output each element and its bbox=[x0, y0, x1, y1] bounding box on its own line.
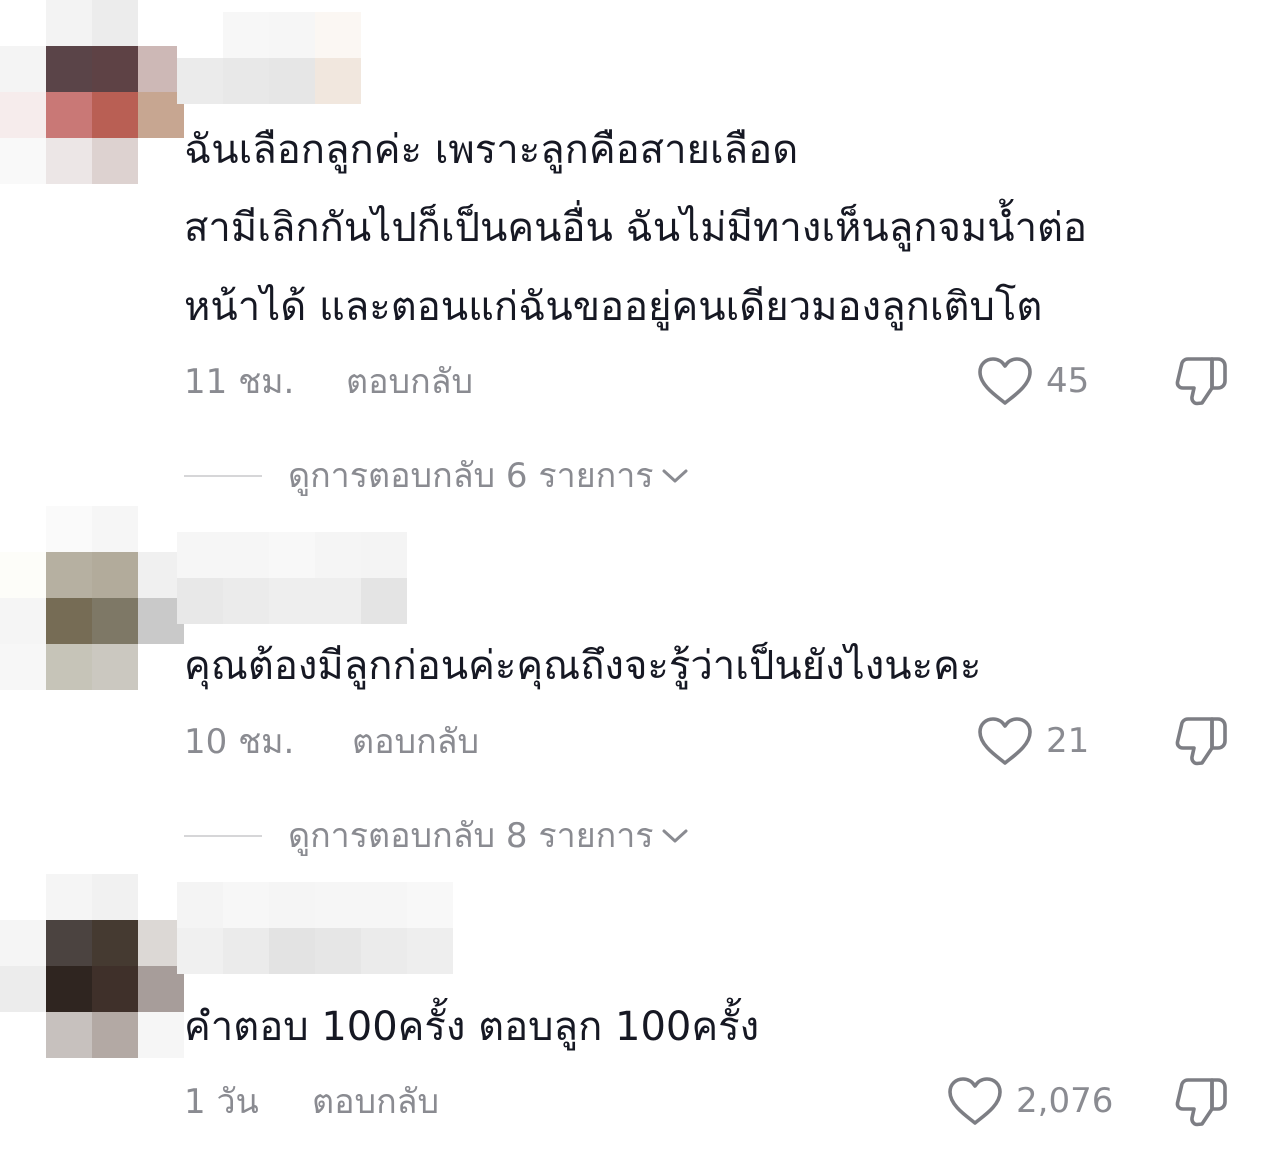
mosaic-block bbox=[46, 966, 92, 1012]
avatar[interactable] bbox=[0, 874, 184, 1058]
mosaic-block bbox=[92, 1012, 138, 1058]
mosaic-block bbox=[361, 882, 407, 928]
mosaic-block bbox=[0, 1012, 46, 1058]
heart-outline-icon bbox=[948, 1077, 1002, 1125]
comment-text-line: คำตอบ 100ครั้ง ตอบลูก 100ครั้ง bbox=[184, 1004, 760, 1050]
thumbs-down-outline-icon bbox=[1175, 1078, 1227, 1127]
mosaic-block bbox=[138, 1012, 184, 1058]
reply-button[interactable]: ตอบกลับ bbox=[312, 1082, 439, 1122]
mosaic-block bbox=[315, 882, 361, 928]
mosaic-block bbox=[92, 874, 138, 920]
mosaic-block bbox=[269, 882, 315, 928]
mosaic-block bbox=[315, 928, 361, 974]
mosaic-block bbox=[46, 1012, 92, 1058]
like-button[interactable]: 2,076 bbox=[946, 1075, 1113, 1127]
dislike-button[interactable] bbox=[1172, 1072, 1230, 1130]
mosaic-block bbox=[0, 920, 46, 966]
username-censored[interactable] bbox=[177, 882, 453, 974]
comment-item: คำตอบ 100ครั้ง ตอบลูก 100ครั้ง 1 วัน ตอบ… bbox=[0, 0, 1280, 1171]
mosaic-block bbox=[407, 882, 453, 928]
comment-timestamp: 1 วัน bbox=[184, 1082, 259, 1122]
mosaic-block bbox=[92, 920, 138, 966]
mosaic-block bbox=[0, 874, 46, 920]
mosaic-block bbox=[46, 874, 92, 920]
mosaic-block bbox=[407, 928, 453, 974]
mosaic-block bbox=[0, 966, 46, 1012]
mosaic-block bbox=[177, 882, 223, 928]
mosaic-block bbox=[269, 928, 315, 974]
mosaic-block bbox=[177, 928, 223, 974]
mosaic-block bbox=[92, 966, 138, 1012]
mosaic-block bbox=[46, 920, 92, 966]
mosaic-block bbox=[223, 882, 269, 928]
mosaic-block bbox=[361, 928, 407, 974]
mosaic-block bbox=[223, 928, 269, 974]
like-count: 2,076 bbox=[1016, 1081, 1114, 1121]
